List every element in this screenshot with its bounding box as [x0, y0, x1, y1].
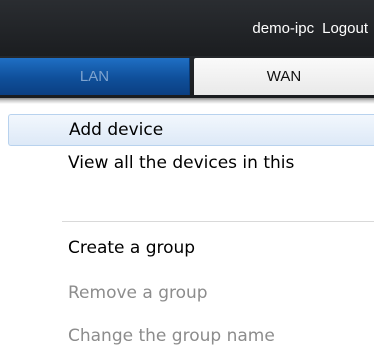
- menu-item-add-device[interactable]: Add device: [8, 114, 374, 146]
- menu-item-create-group[interactable]: Create a group: [8, 232, 374, 264]
- tab-lan[interactable]: LAN: [0, 58, 190, 95]
- context-menu: Add device View all the devices in this …: [0, 104, 374, 358]
- user-bar: demo-ipc Logout: [252, 18, 368, 38]
- menu-separator: [62, 221, 374, 222]
- top-header-bar: demo-ipc Logout: [0, 0, 374, 56]
- username-label: demo-ipc: [252, 19, 315, 37]
- menu-item-view-all-devices[interactable]: View all the devices in this: [8, 147, 374, 179]
- logout-link[interactable]: Logout: [322, 20, 368, 37]
- tab-strip: LAN WAN: [0, 56, 374, 98]
- menu-item-change-group-name[interactable]: Change the group name: [8, 320, 374, 352]
- tab-wan[interactable]: WAN: [194, 58, 374, 95]
- menu-item-remove-group[interactable]: Remove a group: [8, 277, 374, 309]
